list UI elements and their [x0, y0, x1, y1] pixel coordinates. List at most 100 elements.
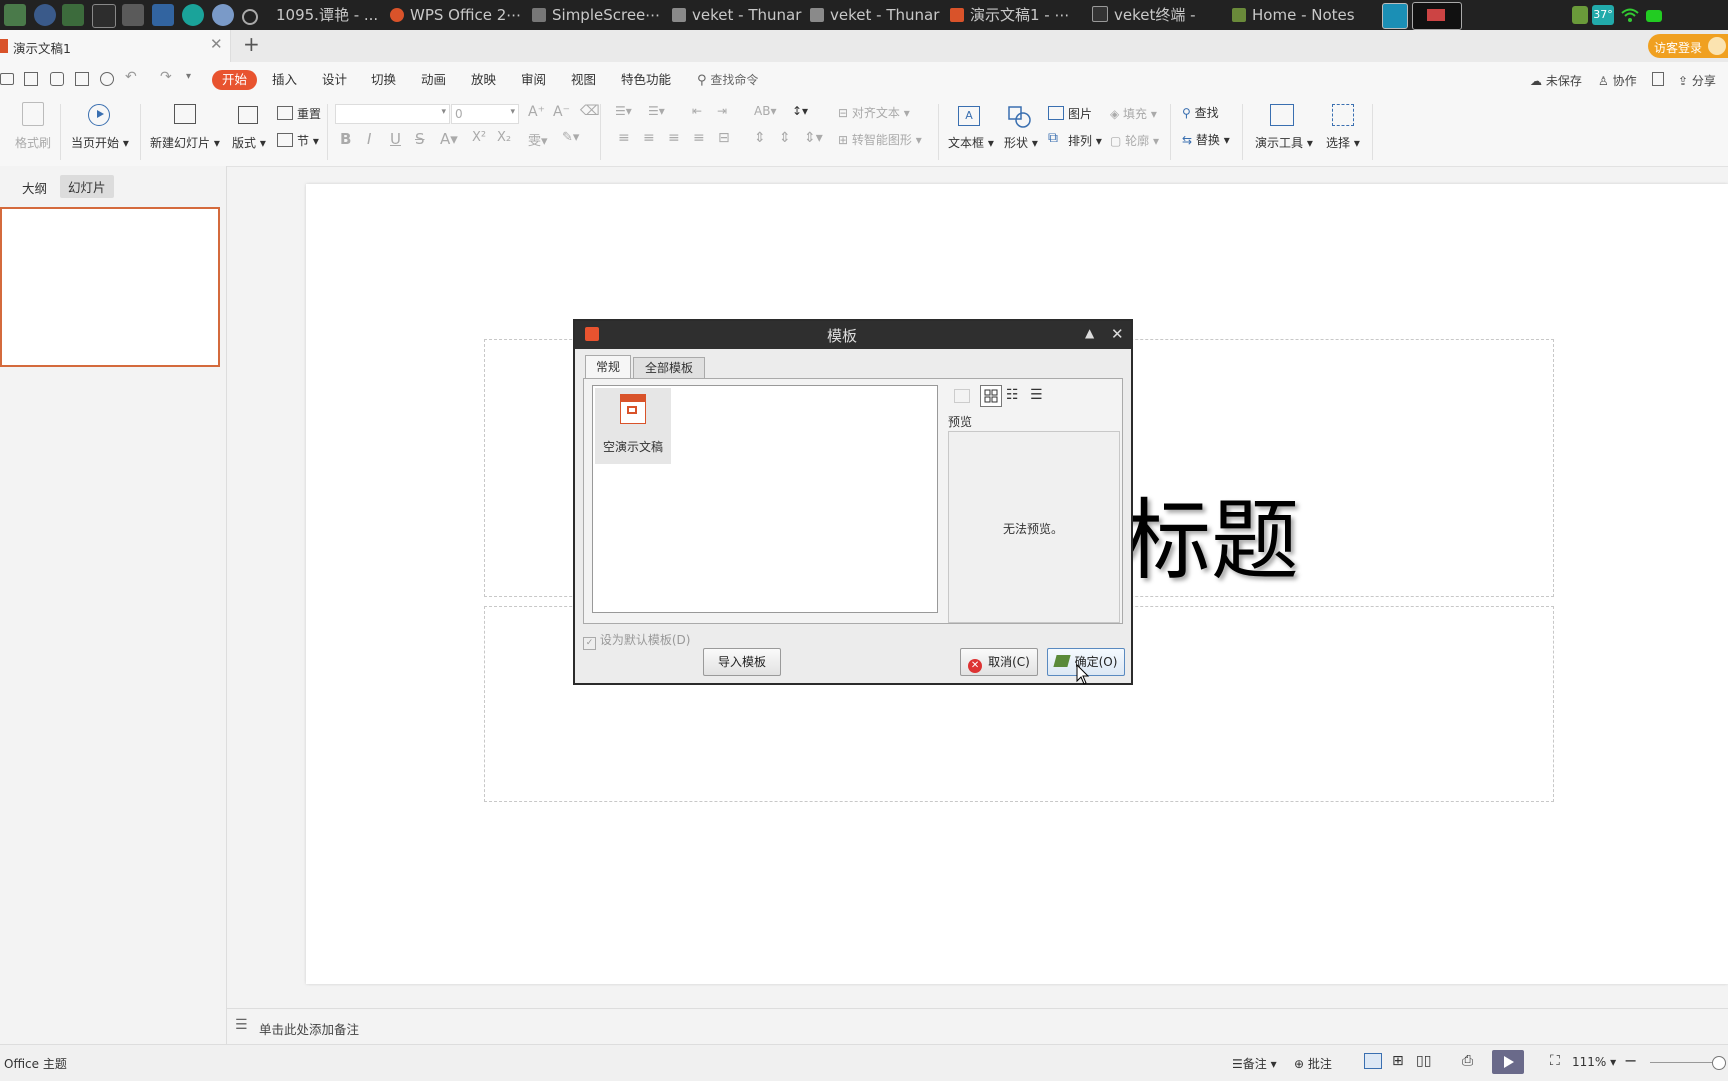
- bold-icon[interactable]: B: [340, 130, 351, 148]
- find-button[interactable]: ⚲ 查找: [1182, 104, 1219, 121]
- cancel-button[interactable]: ✕ 取消(C): [960, 648, 1038, 676]
- zoom-slider[interactable]: [1650, 1062, 1720, 1063]
- clear-format-icon[interactable]: ⌫: [580, 103, 600, 119]
- font-color-icon[interactable]: A▾: [440, 130, 458, 148]
- textbox-button[interactable]: 文本框 ▾: [948, 134, 994, 151]
- smartart-button[interactable]: ⊞ 转智能图形 ▾: [838, 131, 922, 148]
- close-tab-icon[interactable]: ✕: [210, 35, 223, 53]
- task-item-thunar-2[interactable]: veket - Thunar: [810, 0, 939, 30]
- increase-indent-icon[interactable]: ⇥: [717, 104, 727, 118]
- tab-transitions[interactable]: 切换: [371, 70, 396, 90]
- highlight-icon[interactable]: ✎▾: [562, 130, 579, 145]
- fit-to-window-icon[interactable]: ⛶: [1550, 1053, 1560, 1069]
- align-text-button[interactable]: ⊟ 对齐文本 ▾: [838, 104, 910, 121]
- task-item-thunar-1[interactable]: veket - Thunar: [672, 0, 801, 30]
- tab-home[interactable]: 开始: [212, 70, 258, 90]
- tab-review[interactable]: 审阅: [521, 70, 546, 90]
- desktop-2-icon[interactable]: [1412, 2, 1462, 30]
- italic-icon[interactable]: I: [367, 130, 371, 148]
- bullets-icon[interactable]: ☰▾: [615, 104, 632, 118]
- superscript-icon[interactable]: X²: [472, 130, 486, 145]
- camera-icon[interactable]: ⎙: [1462, 1053, 1473, 1069]
- terminal-icon[interactable]: [92, 4, 116, 28]
- detail-view-icon[interactable]: ☰: [1030, 387, 1043, 403]
- clock-icon[interactable]: [182, 4, 204, 26]
- tab-animations[interactable]: 动画: [421, 70, 446, 90]
- shape-button[interactable]: 形状 ▾: [1004, 134, 1038, 151]
- reading-view-icon[interactable]: ▯▯: [1416, 1053, 1431, 1069]
- doc-icon[interactable]: [1652, 72, 1664, 86]
- zoom-out-icon[interactable]: −: [1624, 1051, 1637, 1070]
- shrink-font-icon[interactable]: A⁻: [553, 104, 570, 120]
- task-item-terminal[interactable]: veket终端 -: [1092, 0, 1196, 30]
- align-left-icon[interactable]: ≡: [618, 130, 630, 146]
- normal-view-icon[interactable]: [1364, 1053, 1382, 1069]
- picture-button[interactable]: 图片: [1068, 105, 1092, 122]
- undo-icon[interactable]: ↶: [125, 69, 137, 85]
- zoom-level[interactable]: 111% ▾: [1572, 1055, 1616, 1069]
- print-preview-icon[interactable]: [100, 72, 114, 86]
- numbering-icon[interactable]: ☰▾: [648, 104, 665, 118]
- media-player-icon[interactable]: [62, 4, 84, 26]
- default-template-checkbox[interactable]: ✓ 设为默认模板(D): [583, 631, 690, 650]
- fill-button[interactable]: ◈ 填充 ▾: [1110, 105, 1157, 122]
- replace-button[interactable]: ⇆ 替换 ▾: [1182, 131, 1230, 148]
- task-item-presentation[interactable]: 演示文稿1 - ⋯: [950, 0, 1070, 30]
- task-item-wps[interactable]: WPS Office 2⋯: [390, 0, 521, 30]
- theme-name[interactable]: Office 主题: [4, 1055, 67, 1072]
- launcher-icon-1[interactable]: [34, 4, 56, 26]
- layout-button[interactable]: 版式 ▾: [232, 134, 266, 151]
- align-center-icon[interactable]: ≡: [643, 130, 655, 146]
- task-item-notes[interactable]: Home - Notes: [1232, 0, 1355, 30]
- tab-view[interactable]: 视图: [571, 70, 596, 90]
- presentation-tools-button[interactable]: 演示工具 ▾: [1255, 134, 1313, 151]
- zoom-slider-handle[interactable]: [1712, 1056, 1726, 1070]
- underline-icon[interactable]: U: [390, 130, 401, 148]
- distribute-icon[interactable]: ⊟: [718, 130, 730, 146]
- line-spacing-icon[interactable]: ↕▾: [792, 104, 808, 118]
- document-tab[interactable]: 演示文稿1 ✕: [0, 30, 231, 62]
- section-button[interactable]: 节 ▾: [297, 132, 319, 149]
- tab-insert[interactable]: 插入: [272, 70, 297, 90]
- music-icon[interactable]: [242, 9, 258, 25]
- export-icon[interactable]: [50, 72, 64, 86]
- notes-toggle[interactable]: ☰备注 ▾: [1232, 1055, 1277, 1072]
- print-icon[interactable]: [75, 72, 89, 86]
- clipboard-icon[interactable]: [1572, 6, 1588, 24]
- tab-outline[interactable]: 大纲: [22, 178, 47, 197]
- app-menu-icon[interactable]: [4, 4, 26, 26]
- justify-icon[interactable]: ≡: [693, 130, 705, 146]
- desktop-1-icon[interactable]: [1382, 3, 1408, 29]
- command-search[interactable]: ⚲ 查找命令: [697, 70, 758, 90]
- task-item-music[interactable]: 1095.谭艳 - ...: [276, 0, 378, 30]
- notes-pane[interactable]: ☰ 单击此处添加备注: [227, 1008, 1728, 1045]
- select-button[interactable]: 选择 ▾: [1326, 134, 1360, 151]
- decrease-indent-icon[interactable]: ⇤: [692, 104, 702, 118]
- arrange-button[interactable]: 排列 ▾: [1068, 132, 1102, 149]
- text-direction-icon[interactable]: AB▾: [754, 104, 776, 118]
- column-icon[interactable]: ⇕: [779, 130, 791, 146]
- grid-view-icon[interactable]: [980, 385, 1002, 407]
- image-viewer-icon[interactable]: [152, 4, 174, 26]
- phonetic-icon[interactable]: 雯▾: [528, 130, 548, 149]
- save-icon[interactable]: [24, 72, 38, 86]
- slide-thumbnail[interactable]: [0, 207, 220, 367]
- large-icon-view-icon[interactable]: [954, 389, 970, 403]
- slide-sorter-icon[interactable]: ⊞: [1392, 1053, 1404, 1069]
- new-tab-icon[interactable]: +: [243, 32, 260, 56]
- browser-icon[interactable]: [212, 4, 234, 26]
- slideshow-play-button[interactable]: [1492, 1050, 1524, 1074]
- screenshot-icon[interactable]: [122, 4, 144, 26]
- format-painter-button[interactable]: 格式刷: [15, 134, 51, 151]
- spacing-icon[interactable]: ⇕▾: [804, 130, 823, 146]
- unsaved-status[interactable]: ☁ 未保存: [1530, 72, 1582, 89]
- tab-slides[interactable]: 幻灯片: [60, 175, 114, 198]
- redo-icon[interactable]: ↷: [160, 69, 172, 85]
- close-icon[interactable]: ✕: [1111, 325, 1124, 343]
- collapse-icon[interactable]: ▲: [1085, 326, 1094, 340]
- grow-font-icon[interactable]: A⁺: [528, 104, 545, 120]
- outline-button[interactable]: ▢ 轮廓 ▾: [1110, 132, 1159, 149]
- align-right-icon[interactable]: ≡: [668, 130, 680, 146]
- paragraph-spacing-icon[interactable]: ⇕: [754, 130, 766, 146]
- collaborate-button[interactable]: ♙ 协作: [1598, 72, 1637, 89]
